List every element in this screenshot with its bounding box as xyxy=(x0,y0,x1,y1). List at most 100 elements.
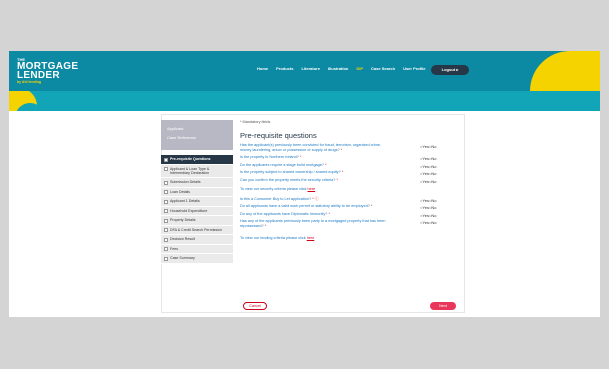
top-header: THE MORTGAGE LENDER by Ahi lending Home P… xyxy=(9,51,600,91)
sidebar-step-label: Applicant 1 Details xyxy=(170,199,200,204)
radio-yes[interactable]: ○Yes xyxy=(420,156,429,161)
step-checkbox-icon xyxy=(164,256,168,261)
security-criteria-link[interactable]: here xyxy=(308,187,316,191)
sidebar-step[interactable]: Pre-requisite Questions xyxy=(161,155,233,165)
radio-no-label: No xyxy=(431,212,437,218)
sidebar-step[interactable]: Applicant 1 Details xyxy=(161,197,233,207)
question-label: Do any of the applicants have Diplomatic… xyxy=(240,211,328,216)
sidebar-step[interactable]: Loan Details xyxy=(161,187,233,198)
mandatory-note: * Mandatory fields xyxy=(240,120,271,124)
sidebar-step[interactable]: Household Expenditure xyxy=(161,206,233,217)
step-checkbox-icon xyxy=(164,167,168,171)
question-label: Has any of the applicants previously bee… xyxy=(240,219,386,228)
next-button[interactable]: Next xyxy=(430,302,456,310)
sidebar-step-label: Decision Result xyxy=(170,237,195,242)
radio-yes[interactable]: ○Yes xyxy=(420,205,429,210)
question-label: Has the applicant(s) previously been con… xyxy=(240,143,381,152)
radio-yes[interactable]: ○Yes xyxy=(420,220,429,225)
radio-yes[interactable]: ○Yes xyxy=(420,213,429,218)
yes-no-options: ○Yes○No xyxy=(420,144,437,149)
nav-item-user-profile[interactable]: User Profile xyxy=(403,66,425,71)
yes-no-options: ○Yes○No xyxy=(420,156,437,161)
question-label: Do the applicants require a stage build … xyxy=(240,162,325,167)
lending-criteria-line: To view our lending criteria please clic… xyxy=(240,235,315,240)
required-marker: * xyxy=(325,162,327,167)
radio-no[interactable]: ○No xyxy=(429,164,437,169)
radio-yes[interactable]: ○Yes xyxy=(420,144,429,149)
question-label: Is this a Consumer Buy to Let applicatio… xyxy=(240,196,312,201)
radio-no[interactable]: ○No xyxy=(429,205,437,210)
sidebar-step[interactable]: Decision Result xyxy=(161,235,233,245)
radio-no[interactable]: ○No xyxy=(429,144,437,149)
question-text: Has any of the applicants previously bee… xyxy=(240,219,390,228)
radio-yes[interactable]: ○Yes xyxy=(420,198,429,203)
required-marker: * xyxy=(264,223,267,228)
sidebar-step[interactable]: Property Details xyxy=(161,216,233,226)
nav-item-case-search[interactable]: Case Search xyxy=(371,66,395,71)
nav-item-dip[interactable]: DIP xyxy=(356,66,363,71)
progress-sidebar: Applicant Case Reference Pre-requisite Q… xyxy=(161,120,233,264)
required-marker: * xyxy=(299,155,302,160)
radio-yes[interactable]: ○Yes xyxy=(420,164,429,169)
sidebar-step[interactable]: Fees xyxy=(161,244,233,255)
required-marker: * xyxy=(370,204,373,209)
question-group-b: Is this a Consumer Buy to Let applicatio… xyxy=(240,197,462,229)
sidebar-step-label: Submission Details xyxy=(170,180,201,185)
question-label: Is the property subject to shared owners… xyxy=(240,170,341,175)
question-text: Do any of the applicants have Diplomatic… xyxy=(240,212,390,217)
applicant-label: Applicant xyxy=(167,126,184,131)
step-checkbox-icon xyxy=(164,190,168,195)
main-nav: Home Products Literature Illustration DIP Cas… xyxy=(257,66,426,71)
radio-yes[interactable]: ○Yes xyxy=(420,171,429,176)
page-title: Pre-requisite questions xyxy=(240,131,317,140)
cancel-button[interactable]: Cancel xyxy=(243,302,267,310)
sidebar-step-label: Case Summary xyxy=(170,256,195,261)
sidebar-step[interactable]: DFA & Credit Search Permission xyxy=(161,225,233,236)
nav-item-literature[interactable]: Literature xyxy=(301,66,319,71)
radio-no[interactable]: ○No xyxy=(429,156,437,161)
logout-button[interactable]: Logout ▸ xyxy=(431,65,469,75)
sidebar-step[interactable]: Case Summary xyxy=(161,254,233,264)
logo-line2: LENDER xyxy=(17,70,60,81)
yes-no-options: ○Yes○No xyxy=(420,171,437,176)
radio-no-label: No xyxy=(431,178,437,184)
question-row: Is the property in Northern Ireland? * ○Y… xyxy=(240,155,462,161)
yes-no-options: ○Yes○No xyxy=(420,179,437,184)
case-reference-label: Case Reference xyxy=(167,135,196,140)
brand-logo[interactable]: THE MORTGAGE LENDER by Ahi lending xyxy=(17,57,78,85)
sidebar-step[interactable]: Applicant & Loan Type & Intermediary Dec… xyxy=(161,164,233,179)
nav-item-illustration[interactable]: Illustration xyxy=(328,66,348,71)
required-marker: * xyxy=(328,211,330,216)
decor-band xyxy=(9,91,600,111)
question-row: Has the applicant(s) previously been con… xyxy=(240,143,462,152)
step-checkbox-icon xyxy=(164,209,168,214)
sidebar-step-label: Applicant & Loan Type & Intermediary Dec… xyxy=(170,166,210,175)
required-marker: * xyxy=(336,177,338,182)
step-checkbox-icon xyxy=(164,157,168,162)
required-marker: * ⓘ xyxy=(312,196,319,201)
sidebar-step[interactable]: Submission Details xyxy=(161,178,233,188)
question-text: Has the applicant(s) previously been con… xyxy=(240,143,390,152)
radio-no-label: No xyxy=(431,171,437,177)
step-list: Pre-requisite Questions Applicant & Loan … xyxy=(161,155,233,264)
yes-no-options: ○Yes○No xyxy=(420,220,437,225)
question-label: Can you confirm the property meets the s… xyxy=(240,177,336,182)
nav-item-home[interactable]: Home xyxy=(257,66,268,71)
question-row: Has any of the applicants previously bee… xyxy=(240,219,462,228)
question-text: Is the property subject to shared owners… xyxy=(240,170,390,175)
radio-no[interactable]: ○No xyxy=(429,179,437,184)
yes-no-options: ○Yes○No xyxy=(420,205,437,210)
radio-yes[interactable]: ○Yes xyxy=(420,179,429,184)
decor-yellow-shape xyxy=(530,51,600,91)
lending-criteria-link[interactable]: here xyxy=(307,236,315,240)
required-marker: * xyxy=(340,147,343,152)
radio-no-label: No xyxy=(431,156,437,162)
radio-no[interactable]: ○No xyxy=(429,198,437,203)
radio-no[interactable]: ○No xyxy=(429,220,437,225)
sidebar-step-label: DFA & Credit Search Permission xyxy=(170,227,222,232)
radio-no[interactable]: ○No xyxy=(429,171,437,176)
nav-item-products[interactable]: Products xyxy=(276,66,293,71)
radio-no[interactable]: ○No xyxy=(429,213,437,218)
yes-no-options: ○Yes○No xyxy=(420,213,437,218)
sidebar-step-label: Pre-requisite Questions xyxy=(170,157,211,161)
